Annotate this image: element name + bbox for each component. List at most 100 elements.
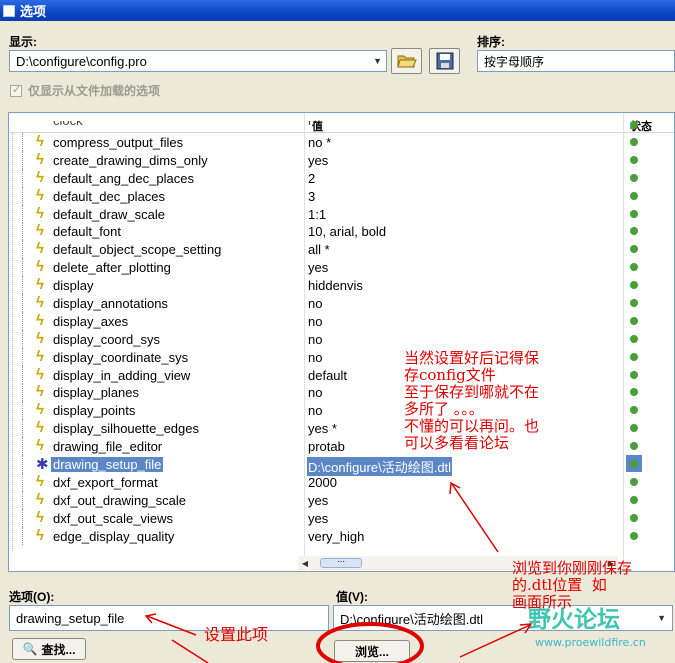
- option-name: display_planes: [53, 385, 140, 401]
- option-name: default_draw_scale: [53, 206, 166, 222]
- status-dot-icon: [630, 138, 638, 146]
- table-row[interactable]: ϟ dxf_export_format 2000: [9, 472, 674, 491]
- tree-line: [22, 168, 23, 187]
- scroll-thumb[interactable]: ⋯: [320, 558, 362, 568]
- option-input[interactable]: drawing_setup_file: [9, 605, 329, 631]
- option-name: default_object_scope_setting: [53, 242, 222, 258]
- only-loaded-checkbox[interactable]: 仅显示从文件加载的选项: [10, 82, 160, 99]
- table-row[interactable]: ϟ display_annotations no: [9, 294, 674, 313]
- browse-button-label: 浏览...: [354, 644, 389, 659]
- lightning-icon: ϟ: [36, 150, 44, 168]
- option-name: display_points: [53, 403, 136, 419]
- table-row[interactable]: ϟ display_coordinate_sys no: [9, 347, 674, 366]
- lightning-icon: ϟ: [36, 222, 44, 240]
- option-value: no: [308, 349, 323, 365]
- tree-line: [22, 365, 23, 384]
- sort-combo[interactable]: 按字母顺序: [477, 50, 675, 72]
- table-row[interactable]: ϟ delete_after_plotting yes: [9, 258, 674, 277]
- option-value: 10, arial, bold: [308, 224, 387, 240]
- option-value: 2000: [308, 474, 337, 490]
- option-value: default: [308, 367, 348, 383]
- option-value: very_high: [308, 528, 365, 544]
- table-row[interactable]: ϟ display hiddenvis: [9, 276, 674, 295]
- option-value: yes *: [308, 421, 337, 437]
- chevron-down-icon[interactable]: ▼: [657, 613, 666, 623]
- option-name: display_axes: [53, 313, 129, 329]
- status-dot-icon: [630, 281, 638, 290]
- checkbox-box[interactable]: [10, 83, 22, 97]
- scroll-left-icon[interactable]: ◀: [300, 557, 310, 569]
- option-name: drawing_setup_file: [51, 457, 164, 473]
- table-row[interactable]: ϟ display_planes no: [9, 383, 674, 402]
- table-row[interactable]: ϟ display_coord_sys no: [9, 329, 674, 348]
- option-value: no: [308, 331, 323, 347]
- value-combo-value: D:\configure\活动绘图.dtl: [340, 611, 484, 627]
- table-row[interactable]: ϟ default_object_scope_setting all *: [9, 240, 674, 259]
- table-row-partial[interactable]: clock no: [9, 121, 674, 133]
- lightning-icon: ϟ: [36, 311, 44, 329]
- tree-line: [22, 419, 23, 438]
- tree-line: [22, 222, 23, 241]
- tree-line: [22, 276, 23, 295]
- table-row[interactable]: ϟ default_draw_scale 1:1: [9, 204, 674, 223]
- status-dot-icon: [630, 424, 638, 433]
- tree-line: [22, 294, 23, 313]
- lightning-icon: ϟ: [36, 383, 44, 401]
- tree-line: [22, 133, 23, 151]
- status-dot-icon: [630, 513, 638, 522]
- window-icon: [3, 4, 15, 17]
- search-icon: 🔍: [22, 642, 38, 656]
- find-button[interactable]: 🔍 查找...: [12, 638, 86, 660]
- lightning-icon: ϟ: [36, 240, 44, 258]
- tree-line: [22, 383, 23, 402]
- tree-line: [22, 347, 23, 366]
- table-row[interactable]: ϟ display_silhouette_edges yes *: [9, 419, 674, 438]
- chevron-down-icon[interactable]: ▼: [373, 51, 382, 71]
- tree-line: [22, 329, 23, 348]
- find-button-label: 查找...: [41, 642, 76, 657]
- status-dot-icon: [630, 442, 638, 451]
- lightning-icon: ϟ: [36, 347, 44, 365]
- open-file-button[interactable]: [391, 48, 422, 74]
- option-name: default_ang_dec_places: [53, 170, 194, 186]
- status-dot-icon: [630, 155, 638, 164]
- browse-button[interactable]: 浏览...: [334, 640, 410, 662]
- option-name: display: [53, 278, 94, 294]
- option-name: default_font: [53, 224, 121, 240]
- status-dot-icon: [630, 531, 638, 540]
- option-value: yes: [308, 492, 329, 508]
- display-combo[interactable]: D:\configure\config.pro ▼: [9, 50, 387, 72]
- option-name: edge_display_quality: [53, 528, 175, 544]
- status-dot-icon: [630, 299, 638, 308]
- option-value: yes: [308, 260, 329, 276]
- table-row[interactable]: ϟ display_in_adding_view default: [9, 365, 674, 384]
- save-file-button[interactable]: [429, 48, 460, 74]
- tree-line: [22, 186, 23, 205]
- option-name: drawing_file_editor: [53, 439, 163, 455]
- status-dot-icon: [630, 406, 638, 415]
- table-row[interactable]: ϟ compress_output_files no *: [9, 133, 674, 151]
- table-row[interactable]: ϟ create_drawing_dims_only yes: [9, 150, 674, 169]
- lightning-icon: ϟ: [36, 401, 44, 419]
- table-row[interactable]: ✱ drawing_setup_file D:\configure\活动绘图.dtl: [9, 455, 674, 477]
- table-row[interactable]: ϟ default_font 10, arial, bold: [9, 222, 674, 241]
- option-name: delete_after_plotting: [53, 260, 171, 276]
- option-label: 选项(O):: [9, 590, 55, 604]
- table-row[interactable]: ϟ dxf_out_drawing_scale yes: [9, 490, 674, 509]
- status-dot-icon: [630, 227, 638, 236]
- tree-line: [22, 508, 23, 527]
- status-dot-icon: [630, 263, 638, 272]
- display-combo-value: D:\configure\config.pro: [16, 53, 147, 69]
- table-row[interactable]: ϟ dxf_out_scale_views yes: [9, 508, 674, 527]
- table-row[interactable]: ϟ default_ang_dec_places 2: [9, 168, 674, 187]
- status-dot-icon: [630, 334, 638, 343]
- lightning-icon: ϟ: [36, 258, 44, 276]
- table-row[interactable]: ϟ drawing_file_editor protab: [9, 437, 674, 456]
- table-row[interactable]: ϟ edge_display_quality very_high: [9, 526, 674, 545]
- table-row[interactable]: ϟ display_axes no: [9, 311, 674, 330]
- status-dot-icon: [630, 173, 638, 182]
- folder-open-icon: [396, 55, 417, 68]
- save-disk-icon: [436, 52, 453, 70]
- table-row[interactable]: ϟ default_dec_places 3: [9, 186, 674, 205]
- table-row[interactable]: ϟ display_points no: [9, 401, 674, 420]
